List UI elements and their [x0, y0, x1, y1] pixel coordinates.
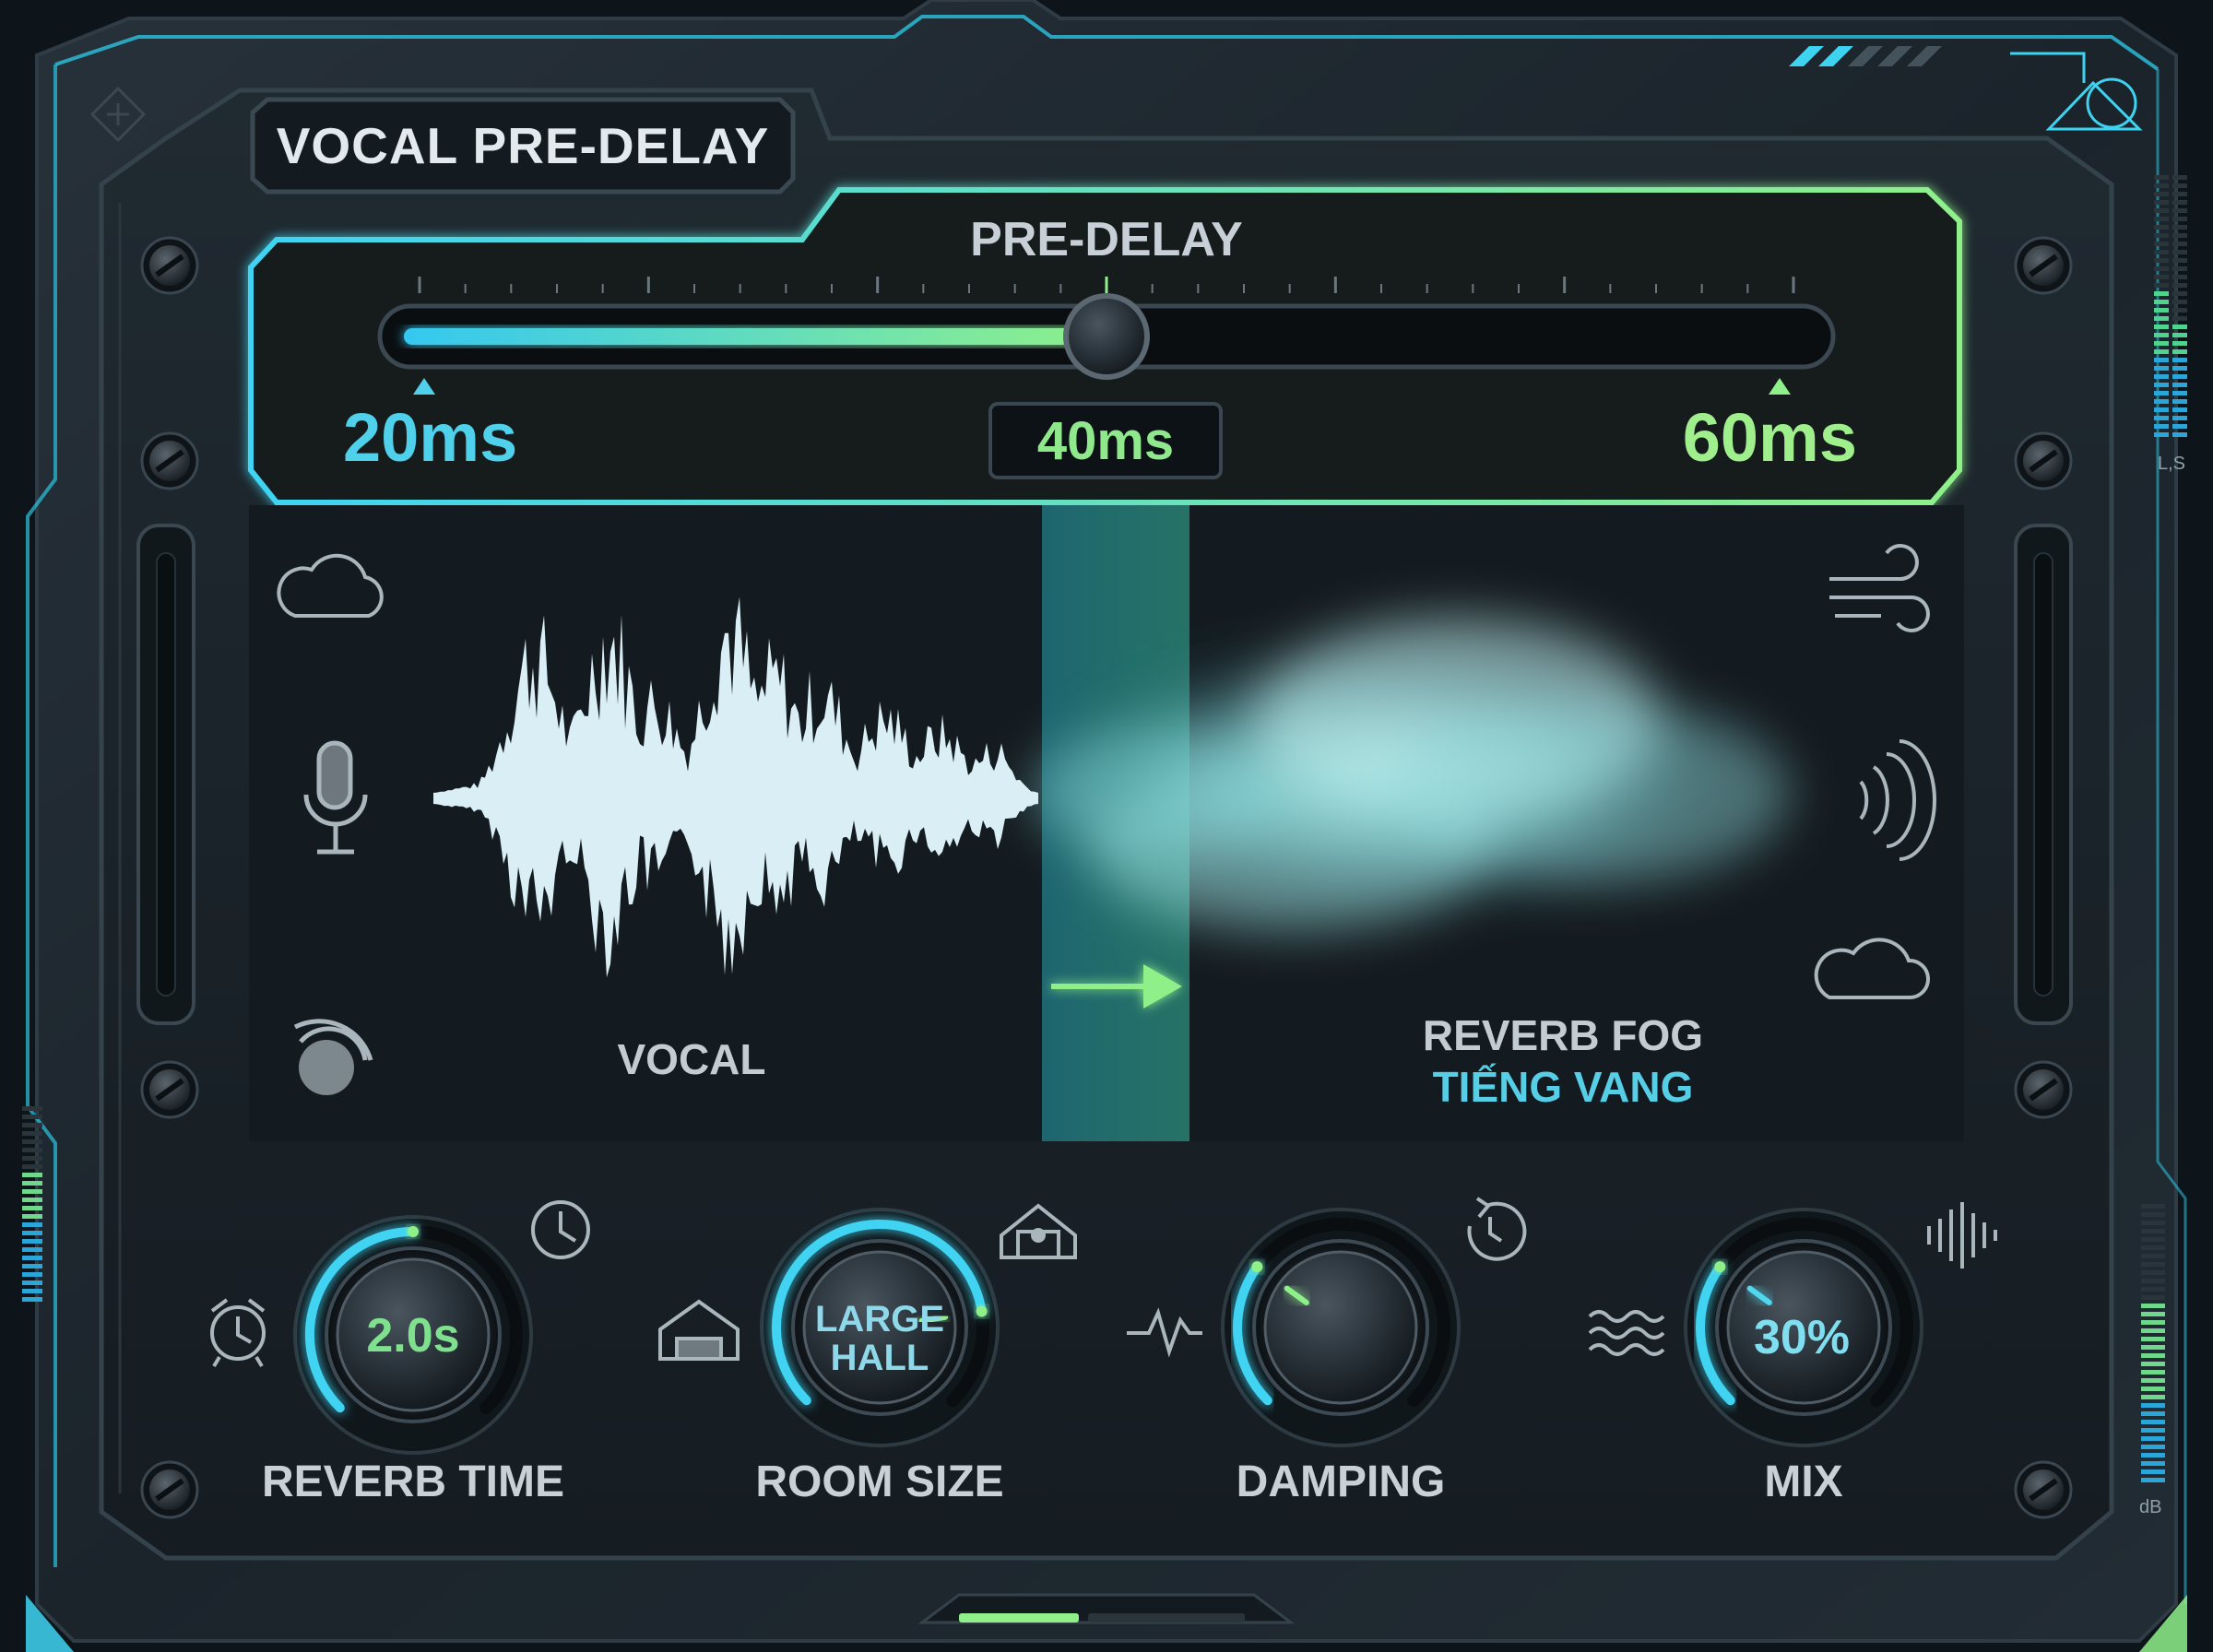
- screw: [140, 1460, 199, 1519]
- room-size-value: LARGE HALL: [787, 1300, 972, 1377]
- mix-label: MIX: [1764, 1457, 1843, 1506]
- predelay-value: 40ms: [1036, 410, 1175, 471]
- screw: [2014, 1060, 2073, 1119]
- damping-knob[interactable]: [1221, 1208, 1461, 1447]
- room-size-value-line1: LARGE: [815, 1299, 944, 1339]
- plugin-title: VOCAL PRE-DELAY: [276, 117, 770, 174]
- predelay-min-label: 20ms: [343, 399, 518, 476]
- screw: [2014, 431, 2073, 490]
- screw: [140, 1060, 199, 1119]
- screw: [140, 431, 199, 490]
- room-size-label: ROOM SIZE: [755, 1457, 1004, 1506]
- predelay-label: PRE-DELAY: [970, 213, 1243, 266]
- damping-label: DAMPING: [1236, 1457, 1446, 1506]
- reverb-time-value: 2.0s: [366, 1309, 460, 1363]
- predelay-fill: [404, 328, 1106, 345]
- reverb-fog-subtitle: TIẾNG VANG: [1432, 1063, 1694, 1111]
- screw: [140, 236, 199, 295]
- right-slot: [2014, 524, 2073, 1025]
- meter-right-label: L,S: [2158, 454, 2186, 474]
- left-slot: [136, 524, 195, 1025]
- predelay-slider-thumb[interactable]: [1063, 293, 1150, 380]
- predelay-max-label: 60ms: [1682, 399, 1857, 476]
- reverb-time-label: REVERB TIME: [261, 1457, 565, 1506]
- vocal-label: VOCAL: [617, 1035, 766, 1083]
- mix-value: 30%: [1753, 1311, 1851, 1364]
- room-size-value-line2: HALL: [830, 1338, 929, 1378]
- reverb-fog-title: REVERB FOG: [1422, 1011, 1704, 1059]
- bottom-indicator: [917, 1593, 1296, 1624]
- reverb-fog-label: REVERB FOG TIẾNG VANG: [1402, 1009, 1724, 1113]
- screw: [2014, 1460, 2073, 1519]
- screw: [2014, 236, 2073, 295]
- meter-db-label: dB: [2139, 1497, 2162, 1517]
